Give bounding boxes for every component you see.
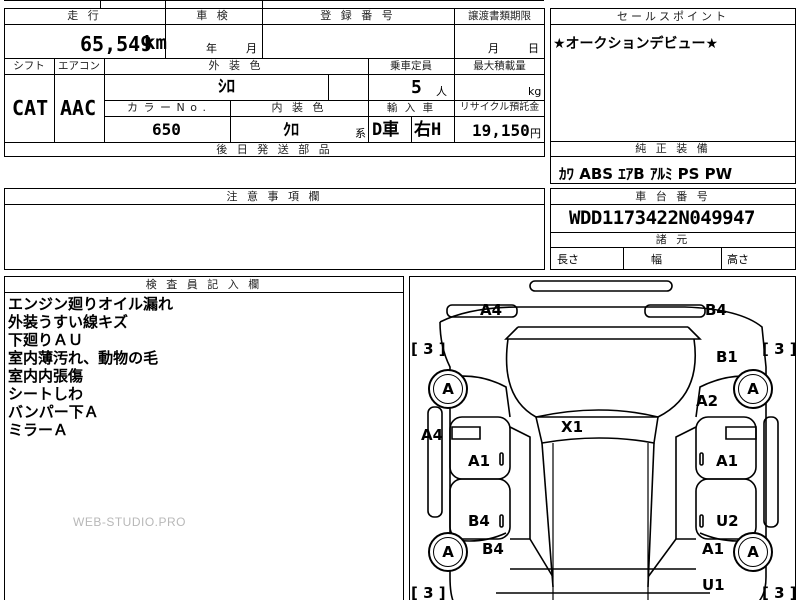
code-a1-rear-right: A1 (702, 540, 725, 558)
equipment-label: 純 正 装 備 (635, 142, 711, 155)
shift-value: CAT (12, 96, 49, 120)
import-label: 輸 入 車 (386, 102, 436, 114)
note-line: シートしわ (8, 385, 84, 403)
max-load-label: 最大積載量 (473, 60, 526, 72)
tire-rear-right: A (733, 532, 773, 572)
tire-tread-front-left: [ 3 ] (411, 340, 446, 358)
transfer-day-unit: 日 (528, 42, 539, 55)
tire-grade: A (433, 374, 463, 404)
tire-tread-rear-left: [ 3 ] (411, 584, 446, 600)
import-dealer: D車 (372, 120, 400, 140)
tire-tread-rear-right: [ 3 ] (762, 584, 796, 600)
selling-points-panel: セールスポイント ★オークションデビュー★ 純 正 装 備 ｶﾜ ABS ｴｱB… (550, 8, 796, 184)
inspector-panel: 検 査 員 記 入 欄 エンジン廻りオイル漏れ 外装うすい線キズ 下廻りＡＵ 室… (4, 276, 404, 600)
mileage-value: 65,549 (80, 32, 153, 56)
recycle-label: リサイクル預託金 (459, 102, 540, 113)
car-diagram-panel: A A A A [ 3 ] [ 3 ] [ 3 ] [ 3 ] A4 B4 B1… (409, 276, 796, 600)
max-load-unit: kg (528, 85, 542, 98)
note-line: 室内内張傷 (8, 367, 84, 385)
code-a2: A2 (696, 392, 719, 410)
dimension-width: 幅 (651, 253, 662, 266)
mileage-label: 走 行 (67, 9, 102, 22)
code-x1: X1 (561, 418, 584, 436)
code-u2: U2 (716, 512, 739, 530)
capacity-value: 5 (411, 77, 422, 98)
selling-points-label: セールスポイント (617, 10, 729, 23)
note-line: バンパー下Ａ (8, 403, 99, 421)
code-b1: B1 (716, 348, 738, 366)
code-a4-front-left: A4 (480, 301, 503, 319)
transfer-month-unit: 月 (488, 42, 499, 55)
caution-label: 注 意 事 項 欄 (226, 190, 323, 203)
tire-tread-front-right: [ 3 ] (762, 340, 796, 358)
transfer-doc-label: 譲渡書類期限 (468, 10, 531, 22)
chassis-number: WDD1173422N049947 (569, 207, 755, 229)
code-a1-right: A1 (716, 452, 739, 470)
tire-grade: A (738, 537, 768, 567)
main-grid (4, 8, 545, 157)
color-no-label: カ ラ ー N o . (127, 101, 207, 114)
color-no-value: 650 (152, 120, 181, 139)
recycle-unit: 円 (530, 127, 541, 140)
aircon-value: AAC (60, 96, 97, 120)
note-line: 外装うすい線キズ (8, 313, 129, 331)
code-b4-front-right: B4 (705, 301, 727, 319)
registration-label: 登 録 番 号 (320, 9, 396, 22)
code-a1-left: A1 (468, 452, 491, 470)
inspection-year-unit: 年 (206, 42, 217, 55)
dimension-height: 高さ (727, 253, 749, 266)
caution-panel: 注 意 事 項 欄 (4, 188, 545, 270)
note-line: 下廻りＡＵ (8, 331, 84, 349)
inspection-month-unit: 月 (246, 42, 257, 55)
inspector-notes: エンジン廻りオイル漏れ 外装うすい線キズ 下廻りＡＵ 室内薄汚れ、動物の毛 室内… (8, 295, 173, 439)
dimensions-label: 諸 元 (655, 233, 691, 246)
recycle-value: 19,150 (472, 121, 530, 140)
code-a4-side: A4 (421, 426, 444, 444)
code-u1: U1 (702, 576, 725, 594)
chassis-panel: 車 台 番 号 WDD1173422N049947 諸 元 長さ 幅 高さ (550, 188, 796, 270)
selling-points-text: ★オークションデビュー★ (553, 36, 719, 52)
watermark: WEB-STUDIO.PRO (73, 515, 187, 529)
equipment-items: ｶﾜ ABS ｴｱB ｱﾙﾐ PS PW (559, 165, 733, 183)
note-line: エンジン廻りオイル漏れ (8, 295, 174, 313)
note-line: 室内薄汚れ、動物の毛 (8, 349, 159, 367)
tire-grade: A (433, 537, 463, 567)
shift-label: シフト (13, 60, 45, 72)
aircon-label: エアコン (58, 60, 100, 72)
code-b4-rear-left: B4 (482, 540, 504, 558)
exterior-color-value: ｼﾛ (218, 77, 235, 97)
capacity-label: 乗車定員 (390, 60, 432, 72)
mileage-unit: km (144, 32, 167, 54)
tire-grade: A (738, 374, 768, 404)
exterior-color-label: 外 装 色 (208, 59, 264, 72)
tire-front-right: A (733, 369, 773, 409)
chassis-label: 車 台 番 号 (635, 190, 711, 203)
inspector-label: 検 査 員 記 入 欄 (145, 278, 263, 291)
code-b4-left-door: B4 (468, 512, 490, 530)
dimension-length: 長さ (557, 253, 579, 266)
interior-color-label: 内 装 色 (271, 101, 327, 114)
interior-color-suffix: 系 (355, 127, 366, 140)
tire-rear-left: A (428, 532, 468, 572)
inspection-label: 車 検 (196, 9, 231, 22)
import-steering: 右H (414, 120, 442, 140)
note-line: ミラーＡ (8, 421, 69, 439)
capacity-unit: 人 (436, 85, 447, 98)
later-parts-label: 後 日 発 送 部 品 (216, 143, 333, 156)
tire-front-left: A (428, 369, 468, 409)
interior-color-value: ｸﾛ (283, 120, 300, 139)
